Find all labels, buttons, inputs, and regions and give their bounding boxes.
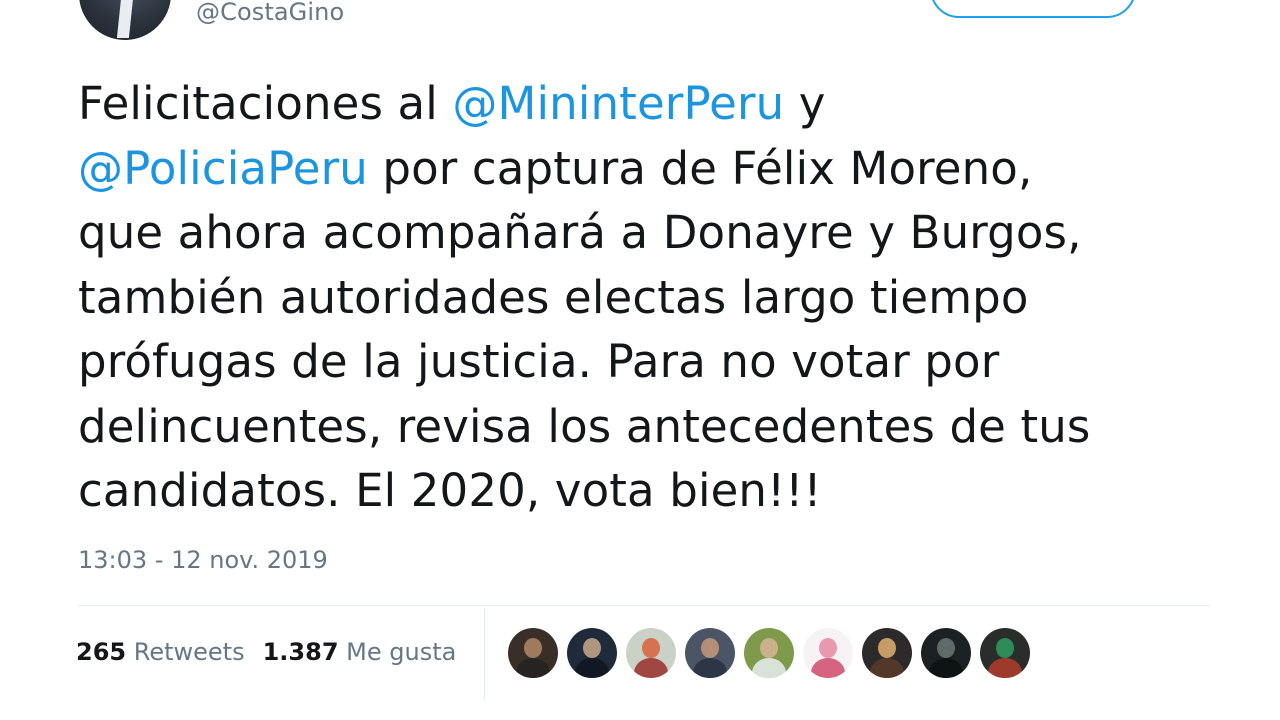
tweet-text-line: prófugas de la justicia. Para no votar p… bbox=[78, 330, 1228, 395]
tweet-text-segment: y bbox=[784, 77, 826, 130]
avatar-figure-face bbox=[878, 638, 896, 658]
liker-avatar-7[interactable] bbox=[862, 628, 912, 678]
avatar-figure-body bbox=[988, 658, 1022, 678]
tweet-text-segment: prófugas de la justicia. Para no votar p… bbox=[78, 335, 1000, 388]
tweet-text-line: también autoridades electas largo tiempo bbox=[78, 266, 1228, 331]
avatar-figure-body bbox=[929, 658, 963, 678]
tweet-text-segment: por captura de Félix Moreno, bbox=[367, 141, 1033, 195]
avatar-figure-face bbox=[642, 638, 660, 658]
avatar-figure-body bbox=[811, 658, 845, 678]
tweet-page: @CostaGino Felicitaciones al @MininterPe… bbox=[0, 0, 1280, 720]
likes-count: 1.387 bbox=[262, 638, 339, 666]
liker-avatar-1[interactable] bbox=[508, 628, 558, 678]
tweet-text-line: candidatos. El 2020, vota bien!!! bbox=[78, 459, 1228, 524]
avatar-figure-face bbox=[583, 638, 601, 658]
liker-avatars bbox=[508, 628, 1039, 678]
tweet-text: Felicitaciones al @MininterPeru y @Polici… bbox=[78, 72, 1228, 524]
avatar-figure-body bbox=[516, 658, 550, 678]
tweet-text-segment: delincuentes, revisa los antecedentes de… bbox=[78, 399, 1091, 453]
avatar-figure-body bbox=[870, 658, 904, 678]
tweet-text-segment: también autoridades electas largo tiempo bbox=[78, 270, 1029, 324]
likes-stat[interactable]: 1.387 Me gusta bbox=[263, 638, 457, 666]
avatar-figure-face bbox=[937, 638, 955, 658]
likes-label: Me gusta bbox=[346, 638, 457, 666]
avatar-figure-face bbox=[996, 638, 1014, 658]
tweet-text-line: delincuentes, revisa los antecedentes de… bbox=[78, 395, 1228, 460]
author-avatar[interactable] bbox=[79, 0, 171, 40]
avatar-figure-face bbox=[819, 638, 837, 658]
stats-divider bbox=[78, 605, 1210, 606]
liker-avatar-2[interactable] bbox=[567, 628, 617, 678]
liker-avatar-9[interactable] bbox=[980, 628, 1030, 678]
tweet-text-line: @PoliciaPeru por captura de Félix Moreno… bbox=[78, 137, 1228, 202]
retweets-label: Retweets bbox=[133, 638, 245, 666]
avatar-figure-body bbox=[575, 658, 609, 678]
retweets-stat[interactable]: 265 Retweets bbox=[76, 638, 245, 666]
liker-avatar-4[interactable] bbox=[685, 628, 735, 678]
mention-link[interactable]: @PoliciaPeru bbox=[78, 142, 368, 195]
retweets-count: 265 bbox=[76, 638, 127, 666]
liker-avatar-6[interactable] bbox=[803, 628, 853, 678]
author-handle[interactable]: @CostaGino bbox=[196, 0, 344, 26]
avatar-figure-face bbox=[524, 638, 542, 658]
follow-button[interactable] bbox=[930, 0, 1136, 18]
tweet-stats: 265 Retweets 1.387 Me gusta bbox=[76, 636, 456, 668]
tweet-text-line: que ahora acompañará a Donayre y Burgos, bbox=[78, 201, 1228, 266]
liker-avatar-3[interactable] bbox=[626, 628, 676, 678]
avatar-figure-body bbox=[752, 658, 786, 678]
stats-vertical-divider bbox=[484, 608, 485, 700]
tweet-text-line: Felicitaciones al @MininterPeru y bbox=[78, 72, 1228, 137]
liker-avatar-8[interactable] bbox=[921, 628, 971, 678]
avatar-figure-face bbox=[760, 638, 778, 658]
avatar-figure-body bbox=[634, 658, 668, 678]
tweet-text-segment: Felicitaciones al bbox=[78, 77, 453, 130]
tweet-text-segment: candidatos. El 2020, vota bien!!! bbox=[78, 464, 822, 517]
tweet-timestamp[interactable]: 13:03 - 12 nov. 2019 bbox=[78, 544, 328, 576]
avatar-figure-face bbox=[701, 638, 719, 658]
mention-link[interactable]: @MininterPeru bbox=[452, 77, 784, 130]
liker-avatar-5[interactable] bbox=[744, 628, 794, 678]
avatar-figure-body bbox=[693, 658, 727, 678]
avatar-collar bbox=[116, 0, 134, 38]
tweet-text-segment: que ahora acompañará a Donayre y Burgos, bbox=[78, 206, 1082, 259]
